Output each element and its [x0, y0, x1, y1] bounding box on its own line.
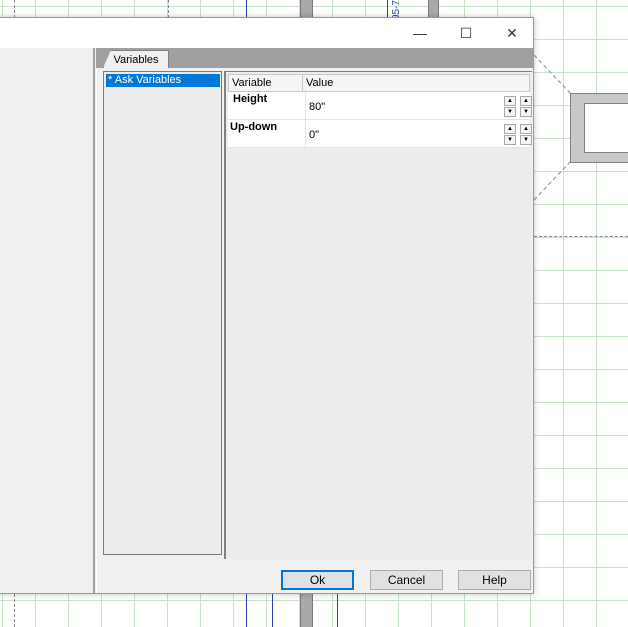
- column-header-value[interactable]: Value: [303, 75, 506, 91]
- dimension-line: [272, 594, 273, 627]
- window-component-inner: [584, 103, 628, 153]
- category-list[interactable]: * Ask Variables: [103, 71, 222, 555]
- spin-up-icon[interactable]: ▲: [504, 96, 516, 106]
- spin-down-icon[interactable]: ▼: [520, 107, 532, 117]
- spinner-fine[interactable]: ▲ ▼: [520, 124, 532, 146]
- window-component[interactable]: [570, 93, 628, 163]
- column-header-variable[interactable]: Variable: [229, 75, 303, 91]
- category-item-ask-variables[interactable]: * Ask Variables: [106, 74, 220, 87]
- left-pane: [0, 48, 95, 593]
- spinner-coarse[interactable]: ▲ ▼: [504, 124, 516, 146]
- table-row[interactable]: Height 80" ▲ ▼ ▲ ▼: [228, 92, 532, 120]
- variables-grid: Variable Value Height 80" ▲ ▼ ▲ ▼ Up-dow…: [224, 71, 532, 559]
- ok-button[interactable]: Ok: [281, 570, 354, 590]
- dashed-guide: [168, 0, 169, 18]
- dimension-line: [337, 594, 338, 627]
- wall-segment: [300, 0, 313, 18]
- variable-value-cell[interactable]: 0" ▲ ▼ ▲ ▼: [305, 120, 532, 147]
- tab-variables[interactable]: Variables: [103, 50, 169, 68]
- spin-up-icon[interactable]: ▲: [520, 96, 532, 106]
- variable-value[interactable]: 0": [309, 129, 319, 141]
- spin-down-icon[interactable]: ▼: [520, 135, 532, 145]
- variable-value[interactable]: 80": [309, 101, 325, 113]
- maximize-icon[interactable]: ☐: [443, 18, 489, 48]
- help-button[interactable]: Help: [458, 570, 531, 590]
- dashed-guide: [534, 236, 628, 237]
- cancel-button[interactable]: Cancel: [370, 570, 443, 590]
- minimize-icon[interactable]: —: [397, 18, 443, 48]
- variable-name: Up-down: [230, 121, 278, 133]
- title-bar[interactable]: — ☐ ✕: [0, 18, 533, 48]
- dimension-line: [246, 594, 247, 627]
- variable-name: Height: [233, 93, 268, 105]
- variable-value-cell[interactable]: 80" ▲ ▼ ▲ ▼: [305, 92, 532, 119]
- tab-body: * Ask Variables Variable Value Height 80…: [96, 68, 533, 593]
- variables-dialog: — ☐ ✕ Variables * Ask Variables Variable…: [0, 17, 534, 594]
- spin-up-icon[interactable]: ▲: [504, 124, 516, 134]
- wall-segment: [300, 594, 313, 627]
- spin-down-icon[interactable]: ▼: [504, 135, 516, 145]
- dashed-guide: [14, 0, 15, 18]
- tab-strip: Variables: [96, 48, 533, 68]
- spinner-coarse[interactable]: ▲ ▼: [504, 96, 516, 118]
- wall-segment: [428, 0, 439, 18]
- dashed-guide: [14, 594, 15, 627]
- spinner-fine[interactable]: ▲ ▼: [520, 96, 532, 118]
- table-row[interactable]: Up-down 0" ▲ ▼ ▲ ▼: [228, 120, 532, 148]
- spin-down-icon[interactable]: ▼: [504, 107, 516, 117]
- spin-up-icon[interactable]: ▲: [520, 124, 532, 134]
- grid-header: Variable Value: [228, 74, 530, 92]
- close-icon[interactable]: ✕: [489, 18, 535, 48]
